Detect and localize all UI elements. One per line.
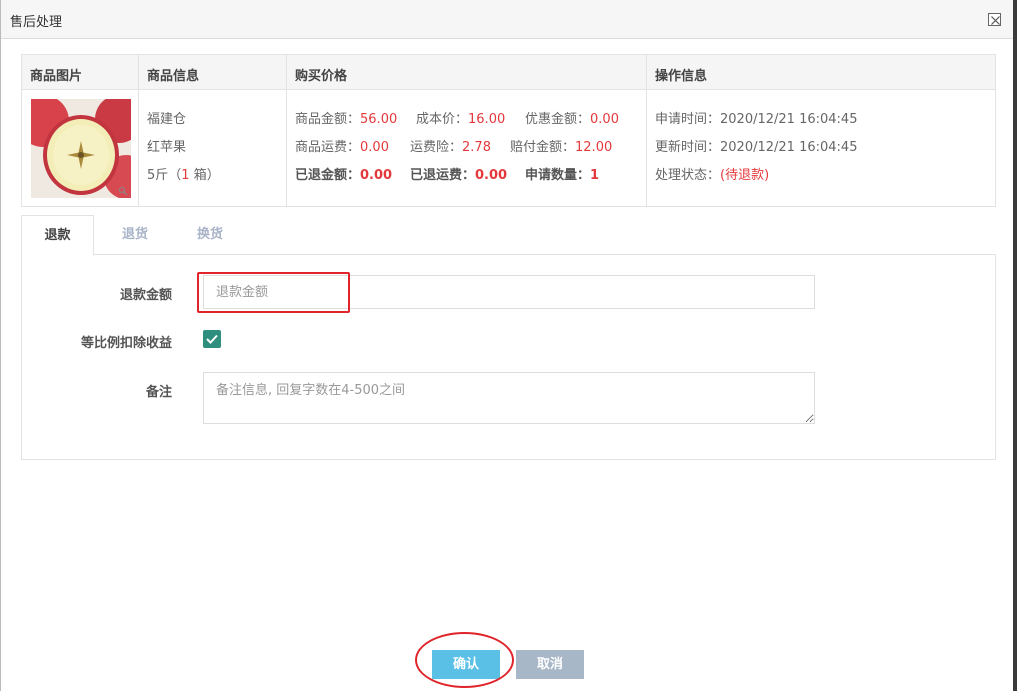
cancel-button[interactable]: 取消 xyxy=(516,650,584,679)
product-name: 红苹果 xyxy=(147,140,187,155)
after-sale-dialog: 售后处理 商品图片 商品信息 购买价格 操作信息 福建仓 红苹果 5斤（1 箱）… xyxy=(0,0,1017,691)
product-spec: 5斤（1 箱） xyxy=(147,168,220,183)
refund-amount-input[interactable] xyxy=(203,275,815,309)
table-header: 商品图片 商品信息 购买价格 操作信息 xyxy=(22,55,995,90)
goods-amount: 商品金额：56.00 xyxy=(295,112,398,127)
header-operation: 操作信息 xyxy=(655,69,708,84)
refund-amount-label: 退款金额 xyxy=(119,288,172,303)
process-status: 处理状态：(待退款) xyxy=(655,168,770,183)
apply-quantity: 申请数量：1 xyxy=(525,168,600,183)
remark-textarea[interactable] xyxy=(203,372,815,424)
header-image: 商品图片 xyxy=(30,69,83,84)
refunded-freight: 已退运费：0.00 xyxy=(410,168,508,183)
product-table: 商品图片 商品信息 购买价格 操作信息 福建仓 红苹果 5斤（1 箱） 商品金额… xyxy=(21,54,996,207)
discount-amount: 优惠金额：0.00 xyxy=(525,112,619,127)
cost-price: 成本价：16.00 xyxy=(416,112,506,127)
compensation-amount: 赔付金额：12.00 xyxy=(510,140,613,155)
refunded-amount: 已退金额：0.00 xyxy=(295,168,393,183)
product-image[interactable] xyxy=(31,99,131,198)
apply-time: 申请时间：2020/12/21 16:04:45 xyxy=(655,112,858,127)
remark-label: 备注 xyxy=(145,385,172,400)
refund-form: 退款金额 等比例扣除收益 备注 xyxy=(21,255,996,460)
close-icon[interactable] xyxy=(988,13,1001,26)
proportional-deduct-label: 等比例扣除收益 xyxy=(80,336,172,351)
freight-insurance: 运费险：2.78 xyxy=(410,140,491,155)
dialog-titlebar: 售后处理 xyxy=(1,0,1013,39)
goods-freight: 商品运费：0.00 xyxy=(295,140,389,155)
tab-exchange[interactable]: 换货 xyxy=(176,215,244,256)
product-warehouse: 福建仓 xyxy=(147,112,187,127)
dialog-title: 售后处理 xyxy=(10,15,63,30)
tab-refund[interactable]: 退款 xyxy=(21,215,94,256)
header-price: 购买价格 xyxy=(295,69,348,84)
tab-bar: 退款 退货 换货 xyxy=(21,215,996,256)
header-info: 商品信息 xyxy=(147,69,200,84)
tab-return[interactable]: 退货 xyxy=(101,215,169,256)
proportional-deduct-checkbox[interactable] xyxy=(203,330,221,348)
confirm-button[interactable]: 确认 xyxy=(432,650,500,679)
update-time: 更新时间：2020/12/21 16:04:45 xyxy=(655,140,858,155)
